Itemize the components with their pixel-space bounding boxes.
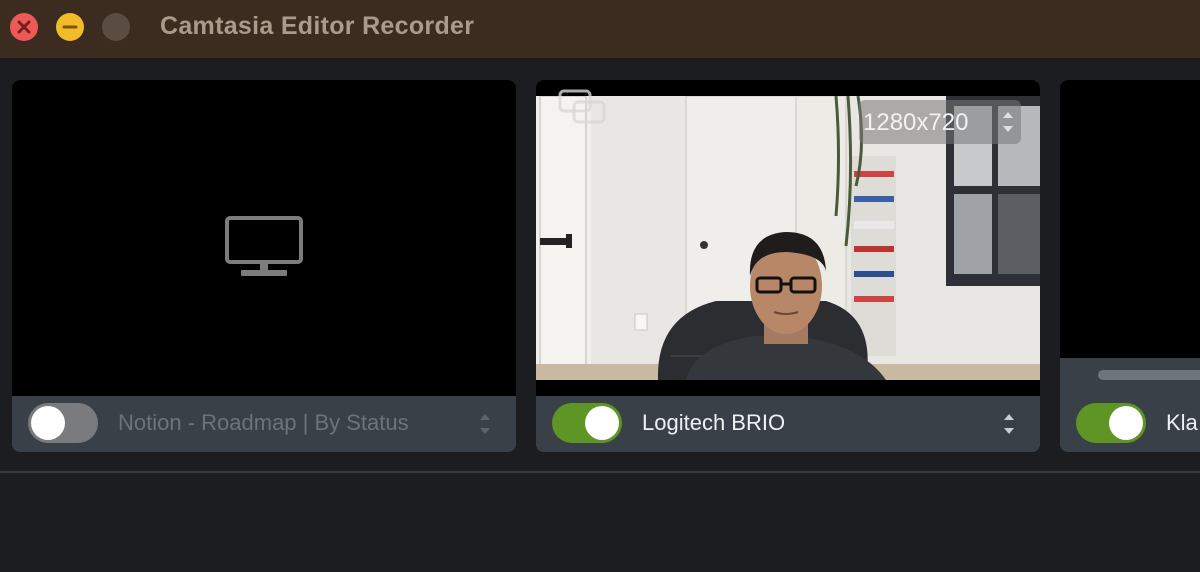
- multi-window-icon[interactable]: [558, 88, 608, 128]
- level-meter-bar: [1098, 370, 1200, 380]
- screen-source-card[interactable]: Notion - Roadmap | By Status: [12, 80, 516, 452]
- camera-preview: 1280x720: [536, 80, 1040, 396]
- camera-source-controls: Logitech BRIO: [536, 396, 1040, 452]
- microphone-source-card[interactable]: Kla: [1060, 80, 1200, 452]
- screen-source-label: Notion - Roadmap | By Status: [118, 410, 409, 435]
- screen-preview: [12, 80, 516, 396]
- maximize-window-button[interactable]: [102, 13, 130, 41]
- divider: [0, 471, 1200, 473]
- microphone-source-toggle[interactable]: [1076, 403, 1146, 443]
- minimize-window-button[interactable]: [56, 13, 84, 41]
- recorder-panel: Notion - Roadmap | By Status 1280x720 Lo…: [0, 58, 1200, 572]
- toggle-knob: [1109, 406, 1143, 440]
- camera-source-card[interactable]: 1280x720 Logitech BRIO: [536, 80, 1040, 452]
- title-bar: Camtasia Editor Recorder: [0, 0, 1200, 58]
- screen-source-chevron-updown-icon[interactable]: [478, 410, 492, 438]
- minimize-icon: [62, 25, 78, 29]
- window-title: Camtasia Editor Recorder: [160, 12, 475, 40]
- resolution-value: 1280x720: [863, 109, 969, 136]
- microphone-source-controls: Kla: [1060, 396, 1200, 452]
- screen-source-toggle[interactable]: [28, 403, 98, 443]
- microphone-source-label: Kla: [1166, 410, 1198, 435]
- close-icon: [17, 20, 31, 34]
- toggle-knob: [31, 406, 65, 440]
- camera-source-toggle[interactable]: [552, 403, 622, 443]
- camera-source-chevron-updown-icon[interactable]: [1002, 410, 1016, 438]
- camera-source-label: Logitech BRIO: [642, 410, 786, 435]
- close-window-button[interactable]: [10, 13, 38, 41]
- toggle-knob: [585, 406, 619, 440]
- resolution-select[interactable]: 1280x720: [859, 100, 1021, 144]
- resolution-chevron-updown-icon: [1003, 112, 1013, 132]
- screen-source-controls: Notion - Roadmap | By Status: [12, 396, 516, 452]
- microphone-preview: [1060, 80, 1200, 358]
- monitor-icon: [225, 216, 303, 276]
